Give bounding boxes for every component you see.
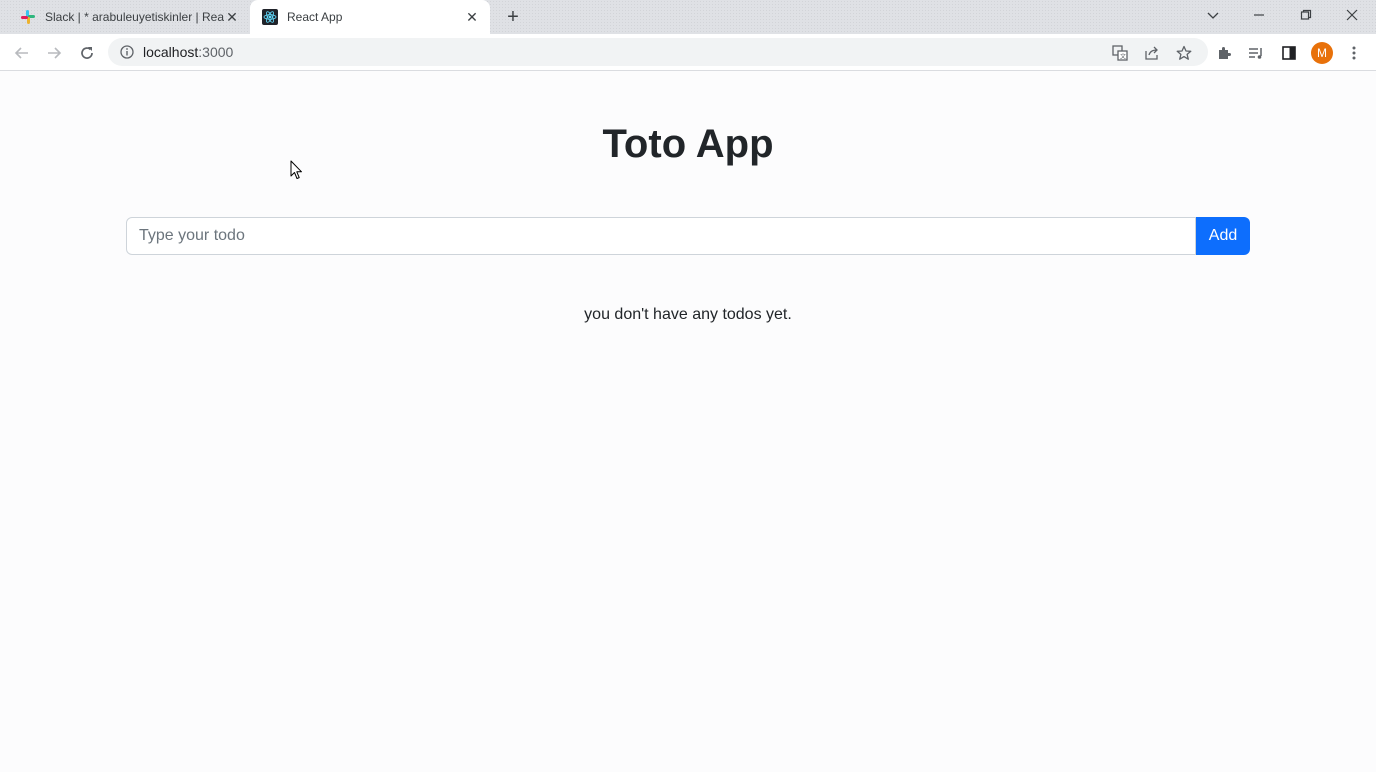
slack-icon xyxy=(20,9,36,25)
side-panel-icon[interactable] xyxy=(1275,39,1303,67)
url-port: :3000 xyxy=(198,44,234,60)
browser-toolbar: localhost:3000 文 M xyxy=(0,34,1376,71)
tab-react-app[interactable]: React App ✕ xyxy=(250,0,490,34)
site-info-icon[interactable] xyxy=(113,45,141,59)
reload-icon[interactable] xyxy=(73,39,101,67)
mouse-cursor-icon xyxy=(290,160,304,187)
bookmark-star-icon[interactable] xyxy=(1170,39,1198,67)
forward-icon[interactable] xyxy=(40,39,68,67)
profile-avatar[interactable]: M xyxy=(1311,42,1333,64)
media-control-icon[interactable] xyxy=(1242,39,1270,67)
new-tab-icon[interactable]: + xyxy=(502,6,524,28)
url-host: localhost xyxy=(143,44,199,60)
react-icon xyxy=(262,9,278,25)
close-window-icon[interactable] xyxy=(1329,0,1375,30)
add-button[interactable]: Add xyxy=(1196,217,1250,255)
close-icon[interactable]: ✕ xyxy=(224,9,240,25)
extensions-icon[interactable] xyxy=(1210,39,1238,67)
tab-strip: Slack | * arabuleuyetiskinler | Rea ✕ Re… xyxy=(0,0,1376,34)
page-title: Toto App xyxy=(602,122,774,166)
todo-input[interactable] xyxy=(126,217,1196,255)
address-url: localhost:3000 xyxy=(143,44,233,60)
back-icon[interactable] xyxy=(8,39,36,67)
empty-state-message: you don't have any todos yet. xyxy=(584,306,792,323)
tab-title: Slack | * arabuleuyetiskinler | Rea xyxy=(45,10,224,24)
tab-slack[interactable]: Slack | * arabuleuyetiskinler | Rea ✕ xyxy=(8,0,250,34)
svg-text:文: 文 xyxy=(1120,53,1126,61)
menu-kebab-icon[interactable] xyxy=(1340,39,1368,67)
page-content: Toto App Add you don't have any todos ye… xyxy=(0,72,1376,772)
todo-form: Add xyxy=(126,217,1250,255)
tab-search-icon[interactable] xyxy=(1190,0,1236,30)
minimize-icon[interactable] xyxy=(1236,0,1282,30)
share-icon[interactable] xyxy=(1138,39,1166,67)
translate-icon[interactable]: 文 xyxy=(1106,39,1134,67)
restore-icon[interactable] xyxy=(1283,0,1329,30)
address-bar[interactable]: localhost:3000 xyxy=(108,38,1208,66)
close-icon[interactable]: ✕ xyxy=(464,9,480,25)
tab-title: React App xyxy=(287,10,343,24)
